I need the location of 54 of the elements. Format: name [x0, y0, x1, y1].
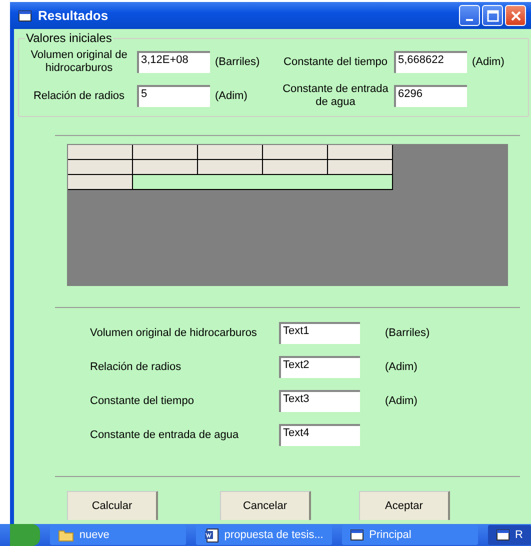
- field-label: Constante de entrada de agua: [282, 83, 390, 109]
- grid-cell: [68, 175, 133, 190]
- maximize-button[interactable]: [482, 5, 503, 26]
- folder-icon: [58, 528, 74, 542]
- unit-label: (Adim): [471, 56, 506, 68]
- group-title: Valores iniciales: [25, 31, 113, 45]
- unit-label: (Adim): [385, 395, 418, 407]
- grid-cell: [328, 160, 393, 175]
- taskbar-item[interactable]: propuesta de tesis...: [196, 525, 332, 545]
- field-label: Volumen original de hidrocarburos: [30, 49, 128, 75]
- unit-label: (Barriles): [214, 56, 261, 68]
- minimize-icon: [466, 18, 473, 20]
- close-icon: [510, 10, 522, 22]
- grid-cell: [198, 145, 263, 160]
- input-field[interactable]: Text3: [279, 390, 360, 412]
- close-button[interactable]: [505, 5, 526, 26]
- window-icon: [496, 529, 510, 541]
- minimize-button[interactable]: [459, 5, 480, 26]
- grid-cell: [68, 145, 133, 160]
- taskbar-item[interactable]: Principal: [342, 525, 478, 545]
- field-label: Constante de entrada de agua: [90, 429, 240, 441]
- unit-label: (Adim): [214, 90, 248, 102]
- input-field[interactable]: 6296: [394, 85, 467, 107]
- taskbar-item[interactable]: nueve: [50, 525, 186, 545]
- start-button[interactable]: [10, 524, 40, 546]
- grid-cell: [133, 145, 198, 160]
- window-icon: [18, 10, 32, 22]
- action-button[interactable]: Cancelar: [220, 491, 311, 520]
- field-label: Relación de radios: [32, 90, 126, 102]
- window-title: Resultados: [38, 8, 110, 23]
- grid-cell: [198, 160, 263, 175]
- field-label: Relación de radios: [90, 361, 182, 373]
- input-field[interactable]: 5,668622: [394, 51, 467, 73]
- input-field[interactable]: Text1: [279, 322, 360, 344]
- field-label: Volumen original de hidrocarburos: [90, 327, 258, 339]
- input-field[interactable]: Text2: [279, 356, 360, 378]
- grid-cell: [68, 160, 133, 175]
- input-field[interactable]: 3,12E+08: [137, 51, 210, 73]
- maximize-icon: [486, 10, 498, 22]
- grid-cell: [263, 160, 328, 175]
- document-icon: [204, 528, 220, 542]
- taskbar-item[interactable]: R: [488, 525, 531, 545]
- unit-label: (Adim): [385, 361, 418, 373]
- grid-cell: [263, 145, 328, 160]
- field-label: Constante del tiempo: [90, 395, 195, 407]
- grid-cell: [328, 145, 393, 160]
- window-icon: [350, 529, 364, 541]
- grid-cell: [133, 160, 198, 175]
- action-button[interactable]: Calcular: [67, 491, 158, 520]
- unit-label: (Barriles): [385, 327, 430, 339]
- action-button[interactable]: Aceptar: [359, 491, 450, 520]
- input-field[interactable]: Text4: [279, 424, 360, 446]
- field-label: Constante del tiempo: [282, 56, 388, 68]
- input-field[interactable]: 5: [137, 85, 210, 107]
